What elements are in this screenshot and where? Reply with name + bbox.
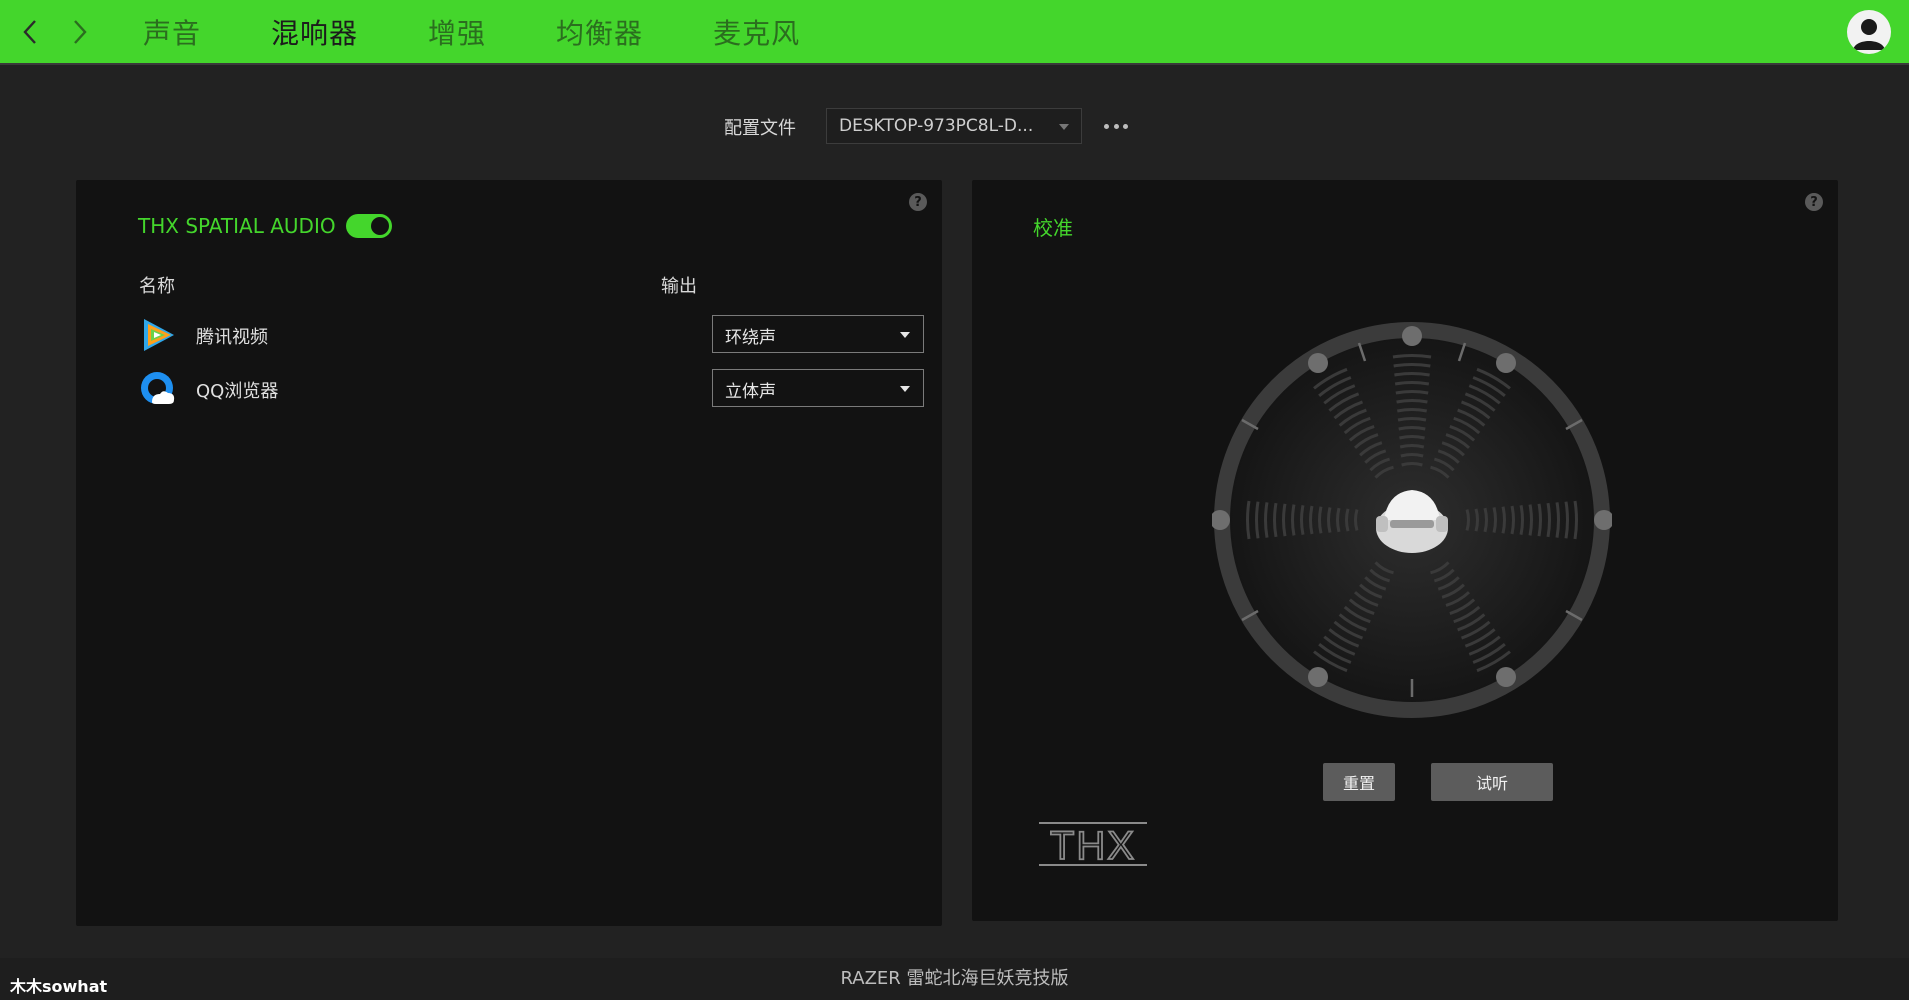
forward-button[interactable] (62, 14, 98, 50)
wave-arc (1537, 503, 1542, 537)
speaker-marker-rear-left (1308, 667, 1328, 687)
chevron-right-icon (74, 20, 87, 44)
mixer-panel: ? THX SPATIAL AUDIO 名称 输出 腾讯视频 环绕声 QQ浏览器… (76, 180, 942, 926)
speaker-marker-front-left (1308, 353, 1328, 373)
wave-arc (1396, 399, 1428, 404)
wave-arc (1394, 372, 1430, 377)
wave-arc (1501, 506, 1506, 534)
calibration-panel: ? 校准 重置 试听 THX (972, 180, 1838, 921)
wave-arc (1399, 435, 1425, 440)
watermark-text: 木木sowhat (10, 977, 108, 996)
output-dropdown-tencent-video[interactable]: 环绕声 (712, 315, 924, 353)
output-value: 环绕声 (725, 328, 776, 348)
qq-browser-icon (141, 372, 175, 404)
app-name: QQ浏览器 (196, 381, 279, 402)
wave-arc (1398, 426, 1426, 431)
caret-down-icon (1059, 124, 1069, 130)
wave-arc (1400, 453, 1424, 458)
wave-arc (1246, 500, 1251, 540)
wave-arc (1474, 508, 1479, 532)
wave-arc (1394, 381, 1430, 386)
wave-arc (1255, 501, 1260, 539)
chevron-left-icon (23, 20, 36, 44)
tab-sound[interactable]: 声音 (143, 12, 201, 52)
more-options-button[interactable] (1104, 118, 1128, 134)
wave-arc (1309, 505, 1314, 535)
tab-mixer[interactable]: 混响器 (271, 12, 358, 52)
app-row-qq-browser: QQ浏览器 立体声 (138, 369, 924, 409)
speaker-marker-front-right (1496, 353, 1516, 373)
tab-enhancement[interactable]: 增强 (428, 12, 486, 52)
profile-dropdown[interactable]: DESKTOP-973PC8L-D... (826, 108, 1082, 144)
app-row-tencent-video: 腾讯视频 环绕声 (138, 315, 924, 355)
wave-arc (1555, 502, 1560, 538)
wave-arc (1395, 390, 1429, 395)
top-navigation-bar: 声音 混响器 增强 均衡器 麦克风 (0, 0, 1909, 65)
wave-arc (1318, 506, 1323, 534)
wave-arc (1300, 504, 1305, 536)
wave-arc (1393, 363, 1431, 368)
wave-arc (1528, 504, 1533, 536)
wave-arc (1465, 509, 1470, 531)
tab-equalizer[interactable]: 均衡器 (556, 12, 643, 52)
column-header-output: 输出 (661, 276, 697, 297)
user-avatar-icon (1853, 19, 1885, 50)
profile-value: DESKTOP-973PC8L-D... (839, 116, 1034, 136)
wave-arc (1401, 462, 1423, 467)
device-name: RAZER 雷蛇北海巨妖竞技版 (840, 968, 1069, 989)
thx-logo: THX (1039, 822, 1147, 867)
wave-arc (1397, 417, 1427, 422)
tencent-video-icon (144, 319, 174, 351)
more-dots-icon (1104, 123, 1109, 129)
speaker-marker-rear-right (1496, 667, 1516, 687)
calibration-title: 校准 (1033, 216, 1073, 240)
speaker-calibration-dial[interactable] (1212, 320, 1612, 720)
thx-spatial-audio-title: THX SPATIAL AUDIO (138, 214, 336, 238)
wave-arc (1345, 508, 1350, 532)
wave-arc (1492, 507, 1497, 533)
wave-arc (1282, 503, 1287, 537)
wave-arc (1354, 509, 1359, 531)
mixer-help-icon[interactable]: ? (909, 193, 927, 211)
more-dot (1123, 123, 1128, 129)
wave-arc (1519, 504, 1524, 536)
caret-down-icon (900, 332, 910, 338)
caret-down-icon (900, 386, 910, 392)
wave-arc (1546, 502, 1551, 538)
toggle-knob (371, 217, 389, 235)
thx-spatial-audio-toggle[interactable] (346, 214, 392, 238)
reset-button[interactable]: 重置 (1323, 763, 1395, 801)
footer-bar: RAZER 雷蛇北海巨妖竞技版 木木sowhat (0, 958, 1909, 1000)
wave-arc (1264, 502, 1269, 538)
calibration-help-icon[interactable]: ? (1805, 193, 1823, 211)
column-header-name: 名称 (139, 276, 175, 297)
user-avatar-button[interactable] (1847, 10, 1891, 54)
profile-label: 配置文件 (724, 118, 796, 139)
speaker-marker-center (1402, 326, 1422, 346)
wave-arc (1392, 354, 1432, 359)
back-button[interactable] (12, 14, 48, 50)
wave-arc (1399, 444, 1425, 449)
app-name: 腾讯视频 (196, 327, 268, 348)
output-value: 立体声 (725, 382, 776, 402)
tab-microphone[interactable]: 麦克风 (713, 12, 800, 52)
output-dropdown-qq-browser[interactable]: 立体声 (712, 369, 924, 407)
wave-arc (1273, 502, 1278, 538)
wave-arc (1510, 505, 1515, 535)
wave-arc (1564, 501, 1569, 539)
wave-arc (1396, 408, 1428, 413)
wave-arc (1291, 504, 1296, 536)
more-dot (1113, 123, 1119, 129)
wave-arc (1327, 507, 1332, 533)
thx-logo-text: THX (1050, 824, 1136, 867)
main-tabs: 声音 混响器 增强 均衡器 麦克风 (143, 0, 870, 63)
wave-arc (1483, 507, 1488, 533)
test-button[interactable]: 试听 (1431, 763, 1553, 801)
wave-arc (1336, 507, 1341, 533)
profile-row: 配置文件 DESKTOP-973PC8L-D... (0, 108, 1909, 144)
wave-arc (1573, 500, 1578, 540)
